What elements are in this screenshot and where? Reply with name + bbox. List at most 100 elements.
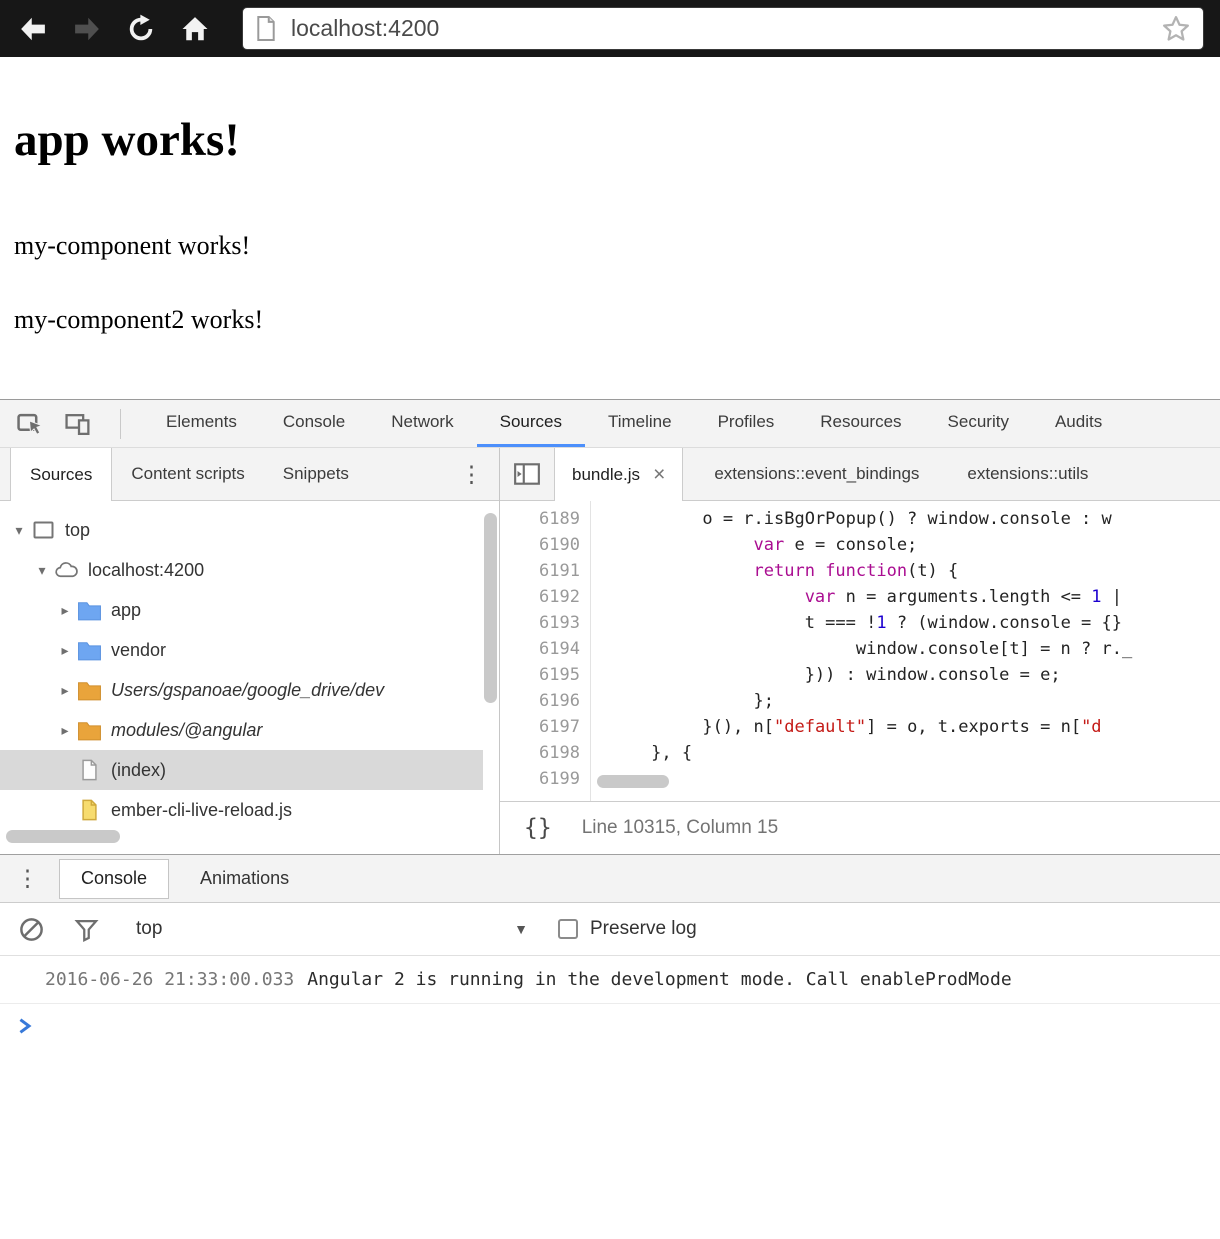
component-text: my-component works! bbox=[14, 231, 251, 260]
devtools-tab-security[interactable]: Security bbox=[925, 400, 1032, 447]
navigator-horizontal-scrollbar[interactable] bbox=[6, 830, 120, 843]
file-tab-extensions-event-bindings[interactable]: extensions::event_bindings bbox=[697, 448, 936, 500]
hide-navigator-icon[interactable] bbox=[500, 448, 554, 500]
preserve-log-label[interactable]: Preserve log bbox=[590, 918, 697, 940]
prompt-chevron-icon bbox=[18, 1018, 1220, 1034]
tree-item-vendor[interactable]: ▸ vendor bbox=[0, 630, 499, 670]
back-arrow-icon bbox=[21, 17, 45, 40]
tree-item-modules-angular[interactable]: ▸ modules/@angular bbox=[0, 710, 499, 750]
line-number[interactable]: 6197 bbox=[500, 714, 590, 740]
cursor-position-text: Line 10315, Column 15 bbox=[581, 817, 779, 838]
tree-item-app[interactable]: ▸ app bbox=[0, 590, 499, 630]
line-number[interactable]: 6191 bbox=[500, 558, 590, 584]
console-message: 2016-06-26 21:33:00.033 Angular 2 is run… bbox=[0, 956, 1220, 1004]
url-text[interactable]: localhost:4200 bbox=[291, 15, 1161, 42]
console-message-timestamp: 2016-06-26 21:33:00.033 bbox=[45, 969, 295, 990]
tree-item-label: app bbox=[111, 599, 142, 620]
drawer-menu-icon[interactable]: ⋮ bbox=[16, 865, 39, 892]
execution-context-value: top bbox=[136, 918, 163, 939]
drawer-tab-animations[interactable]: Animations bbox=[179, 859, 310, 899]
devtools-tab-network[interactable]: Network bbox=[368, 400, 476, 447]
editor-horizontal-scrollbar[interactable] bbox=[597, 775, 669, 788]
overflow-menu-icon[interactable]: ⋮ bbox=[460, 448, 483, 500]
file-plain-icon bbox=[77, 759, 102, 781]
line-number[interactable]: 6193 bbox=[500, 610, 590, 636]
code-line: }; bbox=[753, 691, 774, 711]
navigator-vertical-scrollbar[interactable] bbox=[484, 513, 497, 703]
tree-item-localhost-4200[interactable]: ▾ localhost:4200 bbox=[0, 550, 499, 590]
tree-item-top[interactable]: ▾ top bbox=[0, 510, 499, 550]
code-line: }, { bbox=[651, 743, 693, 763]
pretty-print-icon[interactable]: {} bbox=[524, 815, 552, 841]
folder-orange-icon bbox=[77, 719, 102, 741]
bookmark-star-icon[interactable] bbox=[1161, 14, 1191, 44]
filter-icon[interactable] bbox=[73, 916, 100, 943]
line-number[interactable]: 6196 bbox=[500, 688, 590, 714]
chevron-expanded-icon[interactable]: ▾ bbox=[31, 562, 53, 579]
home-button[interactable] bbox=[178, 12, 212, 46]
console-prompt[interactable] bbox=[0, 1004, 1220, 1034]
execution-context-select[interactable]: top ▼ bbox=[136, 918, 528, 940]
navigator-tabbar: Sources Content scripts Snippets bbox=[10, 448, 368, 501]
line-number[interactable]: 6189 bbox=[500, 506, 590, 532]
chevron-down-icon: ▼ bbox=[514, 921, 528, 937]
line-number[interactable]: 6194 bbox=[500, 636, 590, 662]
chevron-expanded-icon[interactable]: ▾ bbox=[8, 522, 30, 539]
inspect-element-icon[interactable] bbox=[14, 409, 46, 439]
preserve-log-checkbox[interactable] bbox=[558, 919, 578, 939]
devtools-tab-console[interactable]: Console bbox=[260, 400, 368, 447]
file-yellow-icon bbox=[77, 799, 102, 821]
chevron-collapsed-icon[interactable]: ▸ bbox=[54, 642, 76, 659]
tree-item-index[interactable]: (index) bbox=[0, 750, 483, 790]
folder-blue-icon bbox=[77, 599, 102, 621]
reload-button[interactable] bbox=[124, 12, 158, 46]
folder-blue-icon bbox=[77, 639, 102, 661]
chevron-collapsed-icon[interactable]: ▸ bbox=[54, 722, 76, 739]
drawer-tab-console[interactable]: Console bbox=[59, 858, 170, 899]
file-tabbar: bundle.js × extensions::event_bindings exte… bbox=[554, 448, 1105, 501]
devtools-tab-timeline[interactable]: Timeline bbox=[585, 400, 695, 447]
line-number[interactable]: 6190 bbox=[500, 532, 590, 558]
devtools-tab-profiles[interactable]: Profiles bbox=[695, 400, 798, 447]
file-tree: ▾ top ▾ localhost:4200 ▸ app ▸ vendor ▸ Users/gsp… bbox=[0, 501, 499, 854]
navigator-tab-sources[interactable]: Sources bbox=[10, 448, 113, 501]
console-drawer: ⋮ Console Animations top ▼ Preserve log 2… bbox=[0, 854, 1220, 1239]
back-button[interactable] bbox=[16, 12, 50, 46]
chevron-collapsed-icon[interactable]: ▸ bbox=[54, 682, 76, 699]
address-bar[interactable]: localhost:4200 bbox=[242, 7, 1204, 50]
line-number[interactable]: 6198 bbox=[500, 740, 590, 766]
devtools-toolbar: Elements Console Network Sources Timeline Pro… bbox=[0, 400, 1220, 448]
home-icon bbox=[182, 16, 208, 40]
tree-item-users-gspanoae-google-drive-dev[interactable]: ▸ Users/gspanoae/google_drive/dev bbox=[0, 670, 499, 710]
navigator-tab-content-scripts[interactable]: Content scripts bbox=[112, 448, 263, 500]
code-line: })) : window.console = e; bbox=[804, 665, 1061, 685]
devtools-tab-elements[interactable]: Elements bbox=[143, 400, 260, 447]
line-number[interactable]: 6199 bbox=[500, 766, 590, 792]
editor-code[interactable]: o = r.isBgOrPopup() ? window.console : w… bbox=[591, 501, 1220, 801]
code-line: o = r.isBgOrPopup() ? window.console : w bbox=[702, 509, 1112, 529]
code-line: return function(t) { bbox=[753, 561, 959, 581]
close-tab-icon[interactable]: × bbox=[653, 464, 665, 485]
chevron-collapsed-icon[interactable]: ▸ bbox=[54, 602, 76, 619]
tree-item-label: top bbox=[65, 519, 91, 540]
code-line: var e = console; bbox=[753, 535, 918, 555]
file-tab-bundle-js[interactable]: bundle.js × bbox=[554, 448, 684, 501]
devtools-tab-sources[interactable]: Sources bbox=[476, 400, 585, 447]
editor-gutter: 6189 6190 6191 6192 6193 6194 6195 6196 6197 6198… bbox=[500, 501, 591, 801]
line-number[interactable]: 6192 bbox=[500, 584, 590, 610]
devtools-tab-audits[interactable]: Audits bbox=[1032, 400, 1125, 447]
devtools-tab-resources[interactable]: Resources bbox=[797, 400, 924, 447]
tree-item-ember-cli-live-reload-js[interactable]: ember-cli-live-reload.js bbox=[0, 790, 499, 830]
forward-arrow-icon bbox=[75, 17, 99, 40]
code-editor[interactable]: 6189 6190 6191 6192 6193 6194 6195 6196 6197 6198… bbox=[500, 501, 1220, 801]
device-toolbar-icon[interactable] bbox=[62, 409, 94, 439]
drawer-tabbar-tabs: Console Animations bbox=[59, 858, 320, 899]
tree-item-label: Users/gspanoae/google_drive/dev bbox=[111, 679, 385, 700]
line-number[interactable]: 6195 bbox=[500, 662, 590, 688]
clear-console-icon[interactable] bbox=[18, 916, 45, 943]
page-content: app works! my-component works! my-compon… bbox=[0, 57, 1220, 399]
navigator-tab-snippets[interactable]: Snippets bbox=[264, 448, 368, 500]
sources-navigator-pane: Sources Content scripts Snippets ⋮ ▾ top ▾ lo… bbox=[0, 448, 500, 854]
forward-button[interactable] bbox=[70, 12, 104, 46]
file-tab-extensions-utils[interactable]: extensions::utils bbox=[950, 448, 1105, 500]
